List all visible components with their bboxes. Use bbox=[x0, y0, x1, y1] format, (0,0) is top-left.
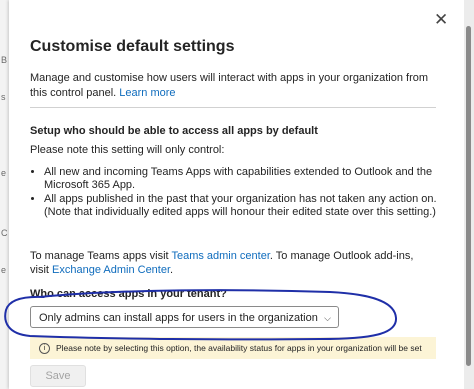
manage-apps-text: To manage Teams apps visit Teams admin c… bbox=[30, 249, 435, 277]
divider bbox=[30, 107, 436, 108]
scope-list: All new and incoming Teams Apps with cap… bbox=[30, 166, 454, 220]
scope-note: Please note this setting will only contr… bbox=[30, 144, 225, 156]
teams-admin-center-link[interactable]: Teams admin center bbox=[171, 250, 269, 262]
warning-text: Please note by selecting this option, th… bbox=[56, 343, 422, 353]
list-item: All apps published in the past that your… bbox=[44, 193, 454, 219]
access-dropdown-value: Only admins can install apps for users i… bbox=[39, 312, 318, 324]
save-button[interactable]: Save bbox=[30, 365, 86, 387]
section-heading: Setup who should be able to access all a… bbox=[30, 125, 318, 137]
access-question-label: Who can access apps in your tenant? bbox=[30, 288, 227, 300]
background-text: e bbox=[1, 168, 7, 178]
scrollbar-thumb[interactable] bbox=[466, 26, 471, 366]
chevron-down-icon: ⌵ bbox=[324, 313, 331, 323]
background-text: B bbox=[1, 55, 8, 65]
panel-title: Customise default settings bbox=[30, 38, 235, 55]
background-text: e bbox=[1, 265, 7, 275]
intro-text: Manage and customise how users will inte… bbox=[30, 71, 435, 101]
access-dropdown[interactable]: Only admins can install apps for users i… bbox=[30, 306, 339, 328]
background-text: s bbox=[1, 92, 6, 102]
background-text: C bbox=[1, 228, 8, 238]
close-icon[interactable]: ✕ bbox=[434, 11, 448, 28]
list-item: All new and incoming Teams Apps with cap… bbox=[44, 166, 454, 192]
manage-suffix: . bbox=[170, 264, 174, 276]
manage-prefix: To manage Teams apps visit bbox=[30, 250, 169, 262]
learn-more-link[interactable]: Learn more bbox=[119, 87, 175, 99]
info-icon: i bbox=[39, 343, 50, 355]
intro-description: Manage and customise how users will inte… bbox=[30, 72, 429, 99]
warning-banner: i Please note by selecting this option, t… bbox=[30, 337, 436, 359]
exchange-admin-center-link[interactable]: Exchange Admin Center bbox=[52, 264, 170, 276]
